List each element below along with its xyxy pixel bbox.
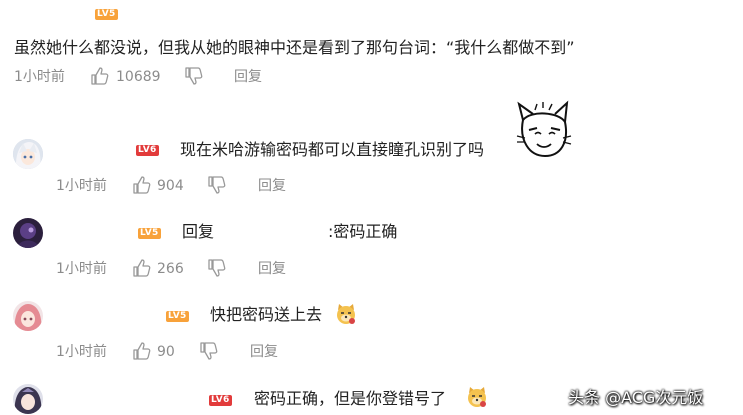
level-badge: LV6 [136, 145, 159, 156]
reply-button[interactable]: 回复 [250, 343, 278, 361]
thumb-up-icon[interactable] [90, 66, 110, 86]
thumb-down-icon[interactable] [207, 175, 227, 195]
thumb-up-icon[interactable] [132, 258, 152, 278]
comment-text: 现在米哈游输密码都可以直接瞳孔识别了吗 [180, 140, 485, 159]
level-badge: LV6 [209, 395, 232, 406]
avatar[interactable] [13, 384, 43, 414]
avatar[interactable] [13, 139, 43, 169]
doge-emoji-icon [337, 304, 355, 324]
comment-text: 快把密码送上去 [210, 305, 323, 324]
avatar[interactable] [13, 218, 43, 248]
doge-emoji-icon [468, 387, 486, 407]
dark-purple-avatar-icon [13, 218, 43, 248]
reply-button[interactable]: 回复 [234, 68, 262, 86]
comment-time: 1小时前 [14, 69, 65, 85]
level-badge: LV5 [166, 311, 189, 322]
reply-button[interactable]: 回复 [258, 260, 286, 278]
avatar[interactable] [13, 301, 43, 331]
comment-time: 1小时前 [56, 178, 107, 194]
dark-hair-avatar-icon [13, 384, 43, 414]
comment-text: 密码正确，但是你登错号了 [254, 389, 447, 408]
comment-time: 1小时前 [56, 261, 107, 277]
reply-button[interactable]: 回复 [258, 177, 286, 195]
reply-prefix: 回复 [182, 222, 215, 241]
level-badge: LV5 [138, 228, 161, 239]
comment-time: 1小时前 [56, 344, 107, 360]
thumb-up-icon[interactable] [132, 175, 152, 195]
thumb-down-icon[interactable] [184, 66, 204, 86]
anime-girl-white-hair-avatar-icon [13, 139, 43, 169]
watermark: 头条 @ACG次元饭 [568, 388, 704, 407]
thumb-down-icon[interactable] [199, 341, 219, 361]
comment-text: 虽然她什么都没说，但我从她的眼神中还是看到了那句台词：“我什么都做不到” [14, 38, 575, 57]
like-count: 904 [157, 178, 184, 194]
level-badge: LV5 [95, 9, 118, 20]
like-count: 10689 [116, 69, 161, 85]
pink-hair-avatar-icon [13, 301, 43, 331]
thumb-down-icon[interactable] [207, 258, 227, 278]
cat-face-sticker-icon [516, 100, 572, 158]
like-count: 266 [157, 261, 184, 277]
comment-text: :密码正确 [328, 222, 398, 241]
thumb-up-icon[interactable] [132, 341, 152, 361]
like-count: 90 [157, 344, 175, 360]
